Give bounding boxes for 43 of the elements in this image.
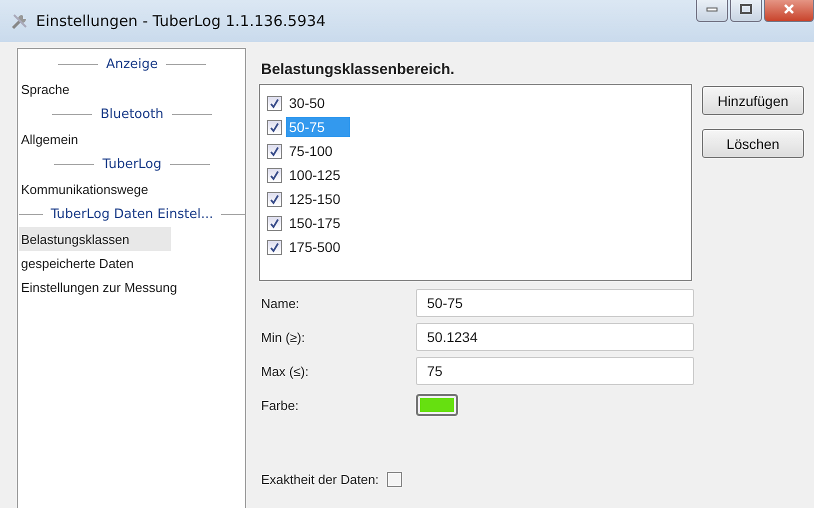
list-item[interactable]: 75-100 [286, 141, 350, 161]
list-item[interactable]: 175-500 [286, 237, 350, 257]
field-label: Max (≤): [260, 364, 310, 378]
checkbox[interactable] [267, 192, 282, 206]
window-title: Einstellungen - TuberLog 1.1.136.5934 [36, 12, 326, 30]
sidebar-section-header[interactable]: TuberLog [19, 151, 245, 177]
sidebar-section-header[interactable]: Anzeige [19, 51, 245, 77]
list-item[interactable]: 125-150 [286, 189, 350, 209]
sidebar-item[interactable]: Belastungsklassen [19, 227, 171, 251]
color-swatch-button[interactable] [416, 394, 458, 416]
input-field[interactable]: 75 [416, 357, 694, 385]
minimize-icon [706, 6, 718, 12]
list-item[interactable]: 100-125 [286, 165, 350, 185]
field-label: Min (≥): [260, 330, 306, 344]
minimize-button[interactable] [696, 0, 728, 22]
sidebar-section-header[interactable]: TuberLog Daten Einstel... [19, 201, 245, 227]
section-heading: Belastungsklassenbereich. [260, 60, 456, 80]
add-button[interactable]: Hinzufügen [702, 86, 804, 115]
sidebar-item[interactable]: Sprache [19, 77, 171, 101]
list-item[interactable]: 150-175 [286, 213, 350, 233]
sidebar-item[interactable]: Einstellungen zur Messung [19, 275, 178, 299]
close-icon [783, 4, 795, 14]
field-label: Farbe: [260, 398, 300, 412]
delete-button[interactable]: Löschen [702, 129, 804, 158]
field-label: Name: [260, 296, 300, 310]
checkbox[interactable] [267, 168, 282, 182]
maximize-icon [740, 4, 752, 14]
close-button[interactable] [764, 0, 814, 22]
sidebar-item[interactable]: Kommunikationswege [19, 177, 171, 201]
field-label: Exaktheit der Daten: [260, 472, 379, 486]
checkbox[interactable] [267, 216, 282, 230]
maximize-button[interactable] [730, 0, 762, 22]
checkbox[interactable] [267, 240, 282, 254]
sidebar-section-header[interactable]: Bluetooth [19, 101, 245, 127]
checkbox[interactable] [267, 144, 282, 158]
sidebar-item[interactable]: Allgemein [19, 127, 171, 151]
checkbox[interactable] [267, 96, 282, 110]
sidebar-item[interactable]: gespeicherte Daten [19, 251, 171, 275]
input-field[interactable]: 50-75 [416, 289, 694, 317]
input-field[interactable]: 50.1234 [416, 323, 694, 351]
checkbox[interactable] [386, 472, 402, 486]
list-item[interactable]: 30-50 [286, 93, 350, 113]
checkbox[interactable] [267, 120, 282, 134]
